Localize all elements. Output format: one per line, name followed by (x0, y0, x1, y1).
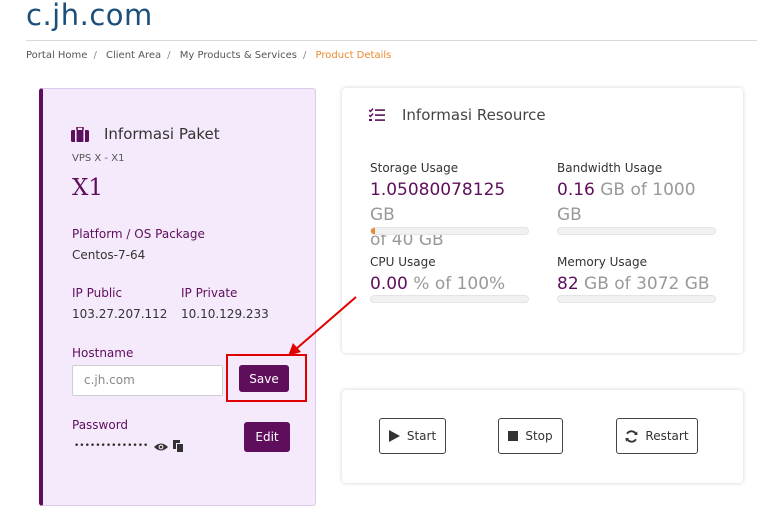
copy-icon[interactable] (173, 440, 184, 453)
storage-progress-bar (370, 227, 529, 235)
play-icon (388, 430, 400, 442)
resource-info-card: Informasi Resource Storage Usage 1.05080… (342, 88, 743, 353)
hostname-input[interactable]: c.jh.com (72, 365, 223, 396)
breadcrumb-product-details: Product Details (315, 50, 392, 61)
stop-button[interactable]: Stop (498, 418, 563, 454)
list-check-icon (369, 108, 385, 121)
storage-metric: Storage Usage 1.05080078125 GB of 40 GB (370, 161, 530, 253)
stop-icon (508, 431, 519, 441)
breadcrumb-portal-home[interactable]: Portal Home (26, 50, 87, 61)
platform-value: Centos-7-64 (72, 248, 146, 262)
restart-button[interactable]: Restart (616, 418, 698, 454)
briefcase-icon (71, 126, 89, 142)
cpu-metric: CPU Usage 0.00 % of 100% (370, 255, 530, 297)
breadcrumb: Portal Home / Client Area / My Products & … (26, 50, 392, 61)
bandwidth-label: Bandwidth Usage (557, 161, 663, 175)
breadcrumb-client-area[interactable]: Client Area (106, 50, 161, 61)
storage-label: Storage Usage (370, 161, 459, 175)
breadcrumb-my-products[interactable]: My Products & Services (180, 50, 297, 61)
ip-public-label: IP Public (72, 286, 123, 300)
cpu-progress-bar (370, 295, 529, 303)
storage-progress-fill (371, 228, 376, 234)
ip-public-value: 103.27.207.112 (72, 307, 168, 321)
refresh-icon (625, 429, 638, 443)
eye-icon[interactable] (154, 442, 168, 452)
annotation-highlight-box (226, 354, 307, 402)
memory-label: Memory Usage (557, 255, 648, 269)
package-name: X1 (72, 175, 104, 201)
hostname-label: Hostname (72, 346, 134, 360)
package-heading: Informasi Paket (104, 125, 220, 143)
resource-heading: Informasi Resource (402, 106, 546, 124)
bandwidth-value: 0.16 GB of 1000 GB (557, 180, 696, 225)
memory-metric: Memory Usage 82 GB of 3072 GB (557, 255, 717, 297)
bandwidth-metric: Bandwidth Usage 0.16 GB of 1000 GB (557, 161, 717, 228)
ip-private-label: IP Private (181, 286, 238, 300)
bandwidth-progress-bar (557, 227, 716, 235)
platform-label: Platform / OS Package (72, 227, 205, 241)
package-info-card: Informasi Paket VPS X - X1 X1 Platform /… (39, 88, 316, 506)
cpu-label: CPU Usage (370, 255, 436, 269)
password-mask: •••••••••••••• (74, 441, 149, 451)
header-divider (26, 40, 757, 41)
memory-progress-bar (557, 295, 716, 303)
edit-password-button[interactable]: Edit (244, 422, 290, 452)
package-subtitle: VPS X - X1 (72, 153, 125, 164)
memory-value: 82 GB of 3072 GB (557, 274, 710, 294)
power-controls-card: Start Stop Restart (342, 390, 743, 483)
storage-value: 1.05080078125 GB of 40 GB (370, 180, 506, 250)
cpu-value: 0.00 % of 100% (370, 274, 506, 294)
site-title: c.jh.com (26, 0, 153, 32)
ip-private-value: 10.10.129.233 (181, 307, 269, 321)
start-button[interactable]: Start (379, 418, 446, 454)
password-label: Password (72, 418, 129, 432)
